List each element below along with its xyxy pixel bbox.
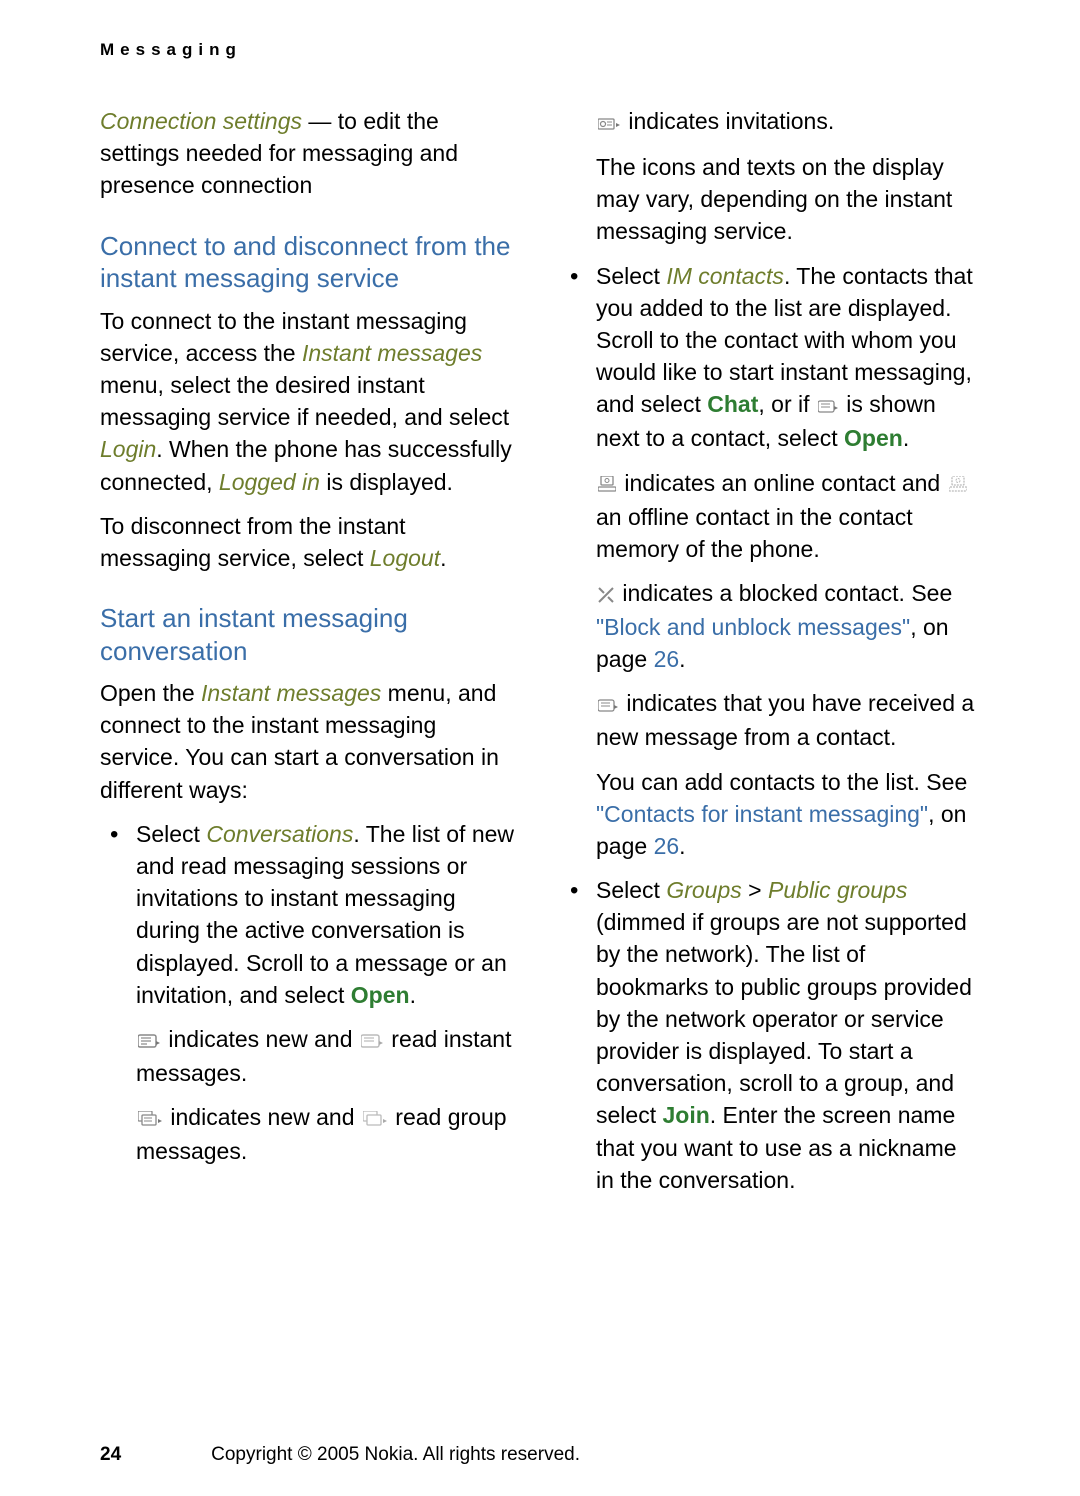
start-para: Open the Instant messages menu, and conn… <box>100 677 520 806</box>
text: Open the <box>100 680 201 706</box>
text: indicates new and <box>164 1104 361 1130</box>
text: Select <box>136 821 206 847</box>
text: indicates new and <box>162 1026 359 1052</box>
blocked-contact-icon <box>598 579 614 611</box>
text: Select <box>596 877 666 903</box>
text: . <box>440 545 446 571</box>
action-open: Open <box>351 982 410 1008</box>
text: is displayed. <box>320 469 453 495</box>
action-chat: Chat <box>707 391 758 417</box>
icon-desc-group: indicates new and read group messages. <box>100 1101 520 1167</box>
status-logged-in: Logged in <box>219 469 320 495</box>
left-column: Connection settings — to edit the settin… <box>100 105 520 1208</box>
text: , or if <box>758 391 816 417</box>
connection-settings-para: Connection settings — to edit the settin… <box>100 105 520 202</box>
section-header: Messaging <box>100 40 980 60</box>
text: indicates invitations. <box>622 108 834 134</box>
bullet-list: Select Groups > Public groups (dimmed if… <box>560 874 980 1196</box>
offline-contact-icon <box>949 468 967 500</box>
link-page-26[interactable]: 26 <box>654 646 680 672</box>
menu-groups: Groups <box>666 877 741 903</box>
text: You can add contacts to the list. See <box>596 769 967 795</box>
action-login: Login <box>100 436 156 462</box>
connect-para: To connect to the instant messaging serv… <box>100 305 520 498</box>
content-columns: Connection settings — to edit the settin… <box>100 105 980 1208</box>
text: To disconnect from the instant messaging… <box>100 513 406 571</box>
text: . <box>903 425 909 451</box>
heading-connect-disconnect: Connect to and disconnect from the insta… <box>100 230 520 295</box>
menu-instant-messages: Instant messages <box>302 340 482 366</box>
icons-vary-note: The icons and texts on the display may v… <box>560 151 980 248</box>
action-join: Join <box>662 1102 709 1128</box>
action-logout: Logout <box>370 545 440 571</box>
icon-desc-blocked: indicates a blocked contact. See "Block … <box>560 577 980 675</box>
text: . <box>679 833 685 859</box>
bullet-im-contacts: Select IM contacts. The contacts that yo… <box>560 260 980 455</box>
bullet-conversations: Select Conversations. The list of new an… <box>100 818 520 1011</box>
text: (dimmed if groups are not supported by t… <box>596 909 972 1128</box>
text: . <box>410 982 416 1008</box>
text: indicates an online contact and <box>618 470 947 496</box>
bullet-groups: Select Groups > Public groups (dimmed if… <box>560 874 980 1196</box>
action-open: Open <box>844 425 903 451</box>
text: . <box>679 646 685 672</box>
text: indicates that you have received a new m… <box>596 690 974 750</box>
text: an offline contact in the contact memory… <box>596 504 913 562</box>
read-im-icon <box>361 1025 383 1057</box>
link-block-unblock[interactable]: "Block and unblock messages" <box>596 614 910 640</box>
text: indicates a blocked contact. See <box>616 580 952 606</box>
disconnect-para: To disconnect from the instant messaging… <box>100 510 520 574</box>
copyright-text: Copyright © 2005 Nokia. All rights reser… <box>211 1444 580 1466</box>
link-contacts-im[interactable]: "Contacts for instant messaging" <box>596 801 928 827</box>
message-icon <box>818 390 838 422</box>
bullet-list: Select IM contacts. The contacts that yo… <box>560 260 980 455</box>
bullet-list: Select Conversations. The list of new an… <box>100 818 520 1011</box>
new-group-icon <box>138 1103 162 1135</box>
menu-public-groups: Public groups <box>768 877 907 903</box>
icon-desc-im: indicates new and read instant messages. <box>100 1023 520 1089</box>
text: menu, select the desired instant messagi… <box>100 372 509 430</box>
online-contact-icon <box>598 468 616 500</box>
icon-desc-online-offline: indicates an online contact and an offli… <box>560 467 980 565</box>
menu-im-contacts: IM contacts <box>666 263 784 289</box>
page-footer: 24 Copyright © 2005 Nokia. All rights re… <box>100 1444 980 1466</box>
menu-instant-messages: Instant messages <box>201 680 381 706</box>
link-page-26[interactable]: 26 <box>654 833 680 859</box>
new-message-icon <box>598 689 618 721</box>
add-contacts-note: You can add contacts to the list. See "C… <box>560 766 980 863</box>
new-im-icon <box>138 1025 160 1057</box>
right-column: indicates invitations. The icons and tex… <box>560 105 980 1208</box>
connection-settings-label: Connection settings <box>100 108 302 134</box>
text: . The list of new and read messaging ses… <box>136 821 514 1008</box>
page-number: 24 <box>100 1444 121 1466</box>
heading-start-conversation: Start an instant messaging conversation <box>100 602 520 667</box>
menu-conversations: Conversations <box>206 821 353 847</box>
text: Select <box>596 263 666 289</box>
icon-desc-invitation: indicates invitations. <box>560 105 980 139</box>
read-group-icon <box>363 1103 387 1135</box>
text: > <box>742 877 768 903</box>
invitation-icon <box>598 107 620 139</box>
icon-desc-new-msg: indicates that you have received a new m… <box>560 687 980 753</box>
